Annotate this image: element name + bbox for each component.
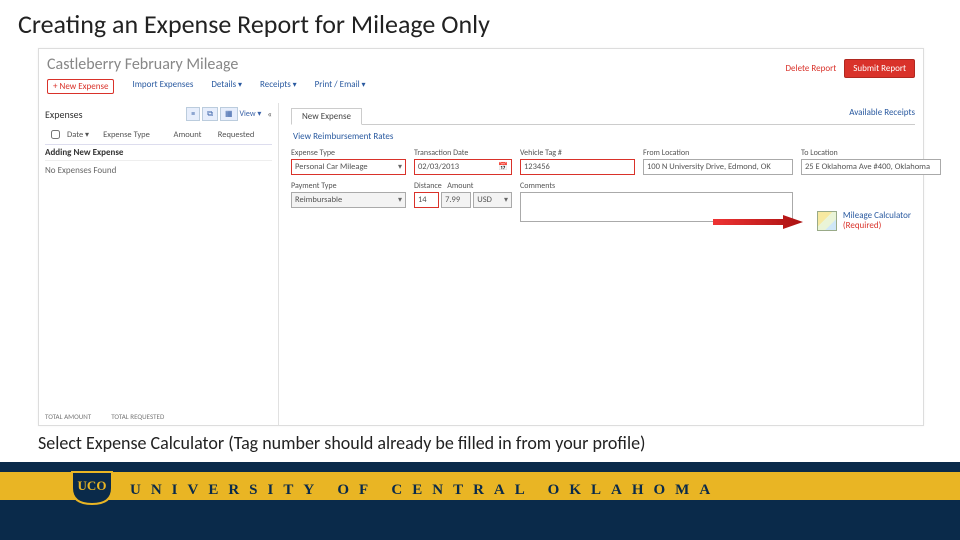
details-menu[interactable]: Details bbox=[211, 79, 242, 94]
rate-value: 7.99 bbox=[445, 195, 460, 205]
delete-report-link[interactable]: Delete Report bbox=[785, 63, 836, 74]
label-to-location: To Location bbox=[801, 148, 941, 158]
field-to-location: To Location 25 E Oklahoma Ave #400, Okla… bbox=[801, 148, 941, 175]
from-location-value: 100 N University Drive, Edmond, OK bbox=[647, 162, 771, 172]
col-expense-type[interactable]: Expense Type bbox=[101, 125, 171, 145]
slide-title: Creating an Expense Report for Mileage O… bbox=[18, 8, 490, 40]
payment-type-select[interactable]: Reimbursable ▾ bbox=[291, 192, 406, 208]
uco-branding: UCO UNIVERSITY OF CENTRAL OKLAHOMA bbox=[68, 466, 720, 506]
field-comments: Comments bbox=[520, 181, 793, 222]
total-requested-label: TOTAL REQUESTED bbox=[111, 412, 164, 421]
view-grid-button[interactable]: ▦ bbox=[220, 107, 238, 121]
field-from-location: From Location 100 N University Drive, Ed… bbox=[643, 148, 793, 175]
vehicle-tag-input[interactable]: 123456 bbox=[520, 159, 635, 175]
label-from-location: From Location bbox=[643, 148, 793, 158]
adding-new-expense-row: Adding New Expense bbox=[45, 145, 272, 161]
distance-value: 14 bbox=[418, 195, 427, 205]
label-transaction-date: Transaction Date bbox=[414, 148, 512, 158]
expenses-heading: Expenses bbox=[45, 108, 83, 121]
comments-textarea[interactable] bbox=[520, 192, 793, 222]
slide-footer: UCO UNIVERSITY OF CENTRAL OKLAHOMA bbox=[0, 462, 960, 540]
field-vehicle-tag: Vehicle Tag # 123456 bbox=[520, 148, 635, 175]
field-payment-type: Payment Type Reimbursable ▾ bbox=[291, 181, 406, 208]
expenses-table: Date Expense Type Amount Requested bbox=[45, 125, 272, 145]
calendar-icon: 📅 bbox=[498, 162, 508, 172]
label-distance: Distance Amount bbox=[414, 181, 512, 191]
total-amount-label: TOTAL AMOUNT bbox=[45, 412, 91, 421]
receipts-menu[interactable]: Receipts bbox=[260, 79, 297, 94]
mileage-calculator-link[interactable]: Mileage Calculator (Required) bbox=[843, 211, 911, 231]
view-dropdown[interactable]: View bbox=[240, 109, 262, 119]
rate-input: 7.99 bbox=[441, 192, 471, 208]
chevron-down-icon: ▾ bbox=[504, 195, 508, 205]
chevron-down-icon: ▾ bbox=[398, 195, 402, 205]
tab-new-expense[interactable]: New Expense bbox=[291, 108, 362, 125]
payment-type-value: Reimbursable bbox=[295, 195, 342, 205]
collapse-left-icon[interactable]: « bbox=[267, 109, 272, 120]
label-comments: Comments bbox=[520, 181, 793, 191]
view-copy-button[interactable]: ⧉ bbox=[202, 107, 218, 121]
available-receipts-link[interactable]: Available Receipts bbox=[849, 107, 915, 118]
col-date[interactable]: Date bbox=[65, 125, 101, 145]
field-expense-type: Expense Type Personal Car Mileage ▾ bbox=[291, 148, 406, 175]
uco-logo-icon: UCO bbox=[68, 466, 116, 506]
from-location-input[interactable]: 100 N University Drive, Edmond, OK bbox=[643, 159, 793, 175]
print-email-menu[interactable]: Print / Email bbox=[315, 79, 366, 94]
select-all-checkbox[interactable] bbox=[51, 130, 60, 139]
col-amount[interactable]: Amount bbox=[172, 125, 216, 145]
label-payment-type: Payment Type bbox=[291, 181, 406, 191]
expense-form-panel: New Expense Available Receipts View Reim… bbox=[283, 103, 923, 425]
transaction-date-input[interactable]: 02/03/2013 📅 bbox=[414, 159, 512, 175]
expense-type-value: Personal Car Mileage bbox=[295, 162, 368, 172]
concur-window: Castleberry February Mileage Delete Repo… bbox=[38, 48, 924, 426]
col-requested[interactable]: Requested bbox=[216, 125, 272, 145]
field-transaction-date: Transaction Date 02/03/2013 📅 bbox=[414, 148, 512, 175]
slide-caption: Select Expense Calculator (Tag number sh… bbox=[38, 432, 646, 454]
chevron-down-icon: ▾ bbox=[398, 162, 402, 172]
mileage-calculator-icon[interactable] bbox=[817, 211, 837, 231]
new-expense-button[interactable]: + New Expense bbox=[47, 79, 114, 94]
mileage-calculator-required: (Required) bbox=[843, 221, 911, 231]
submit-report-button[interactable]: Submit Report bbox=[844, 59, 915, 78]
distance-input[interactable]: 14 bbox=[414, 192, 439, 208]
to-location-value: 25 E Oklahoma Ave #400, Oklahoma bbox=[805, 162, 930, 172]
field-distance-amount: Distance Amount 14 7.99 USD ▾ bbox=[414, 181, 512, 208]
view-reimbursement-rates-link[interactable]: View Reimbursement Rates bbox=[293, 131, 393, 142]
transaction-date-value: 02/03/2013 bbox=[418, 162, 459, 172]
no-expenses-message: No Expenses Found bbox=[45, 161, 272, 180]
view-move-button[interactable]: ≡ bbox=[186, 107, 200, 121]
label-vehicle-tag: Vehicle Tag # bbox=[520, 148, 635, 158]
mileage-calculator-callout: Mileage Calculator (Required) bbox=[817, 211, 911, 231]
expenses-panel: Expenses ≡ ⧉ ▦ View « Date Expense Type … bbox=[39, 103, 279, 425]
to-location-input[interactable]: 25 E Oklahoma Ave #400, Oklahoma bbox=[801, 159, 941, 175]
currency-select: USD ▾ bbox=[473, 192, 512, 208]
svg-text:UCO: UCO bbox=[78, 478, 107, 493]
expense-type-select[interactable]: Personal Car Mileage ▾ bbox=[291, 159, 406, 175]
uco-university-text: UNIVERSITY OF CENTRAL OKLAHOMA bbox=[130, 482, 720, 499]
report-title: Castleberry February Mileage bbox=[47, 55, 238, 74]
currency-value: USD bbox=[477, 195, 492, 205]
import-expenses-link[interactable]: Import Expenses bbox=[132, 79, 193, 94]
label-expense-type: Expense Type bbox=[291, 148, 406, 158]
report-menu: + New Expense Import Expenses Details Re… bbox=[47, 79, 366, 94]
vehicle-tag-value: 123456 bbox=[524, 162, 550, 172]
